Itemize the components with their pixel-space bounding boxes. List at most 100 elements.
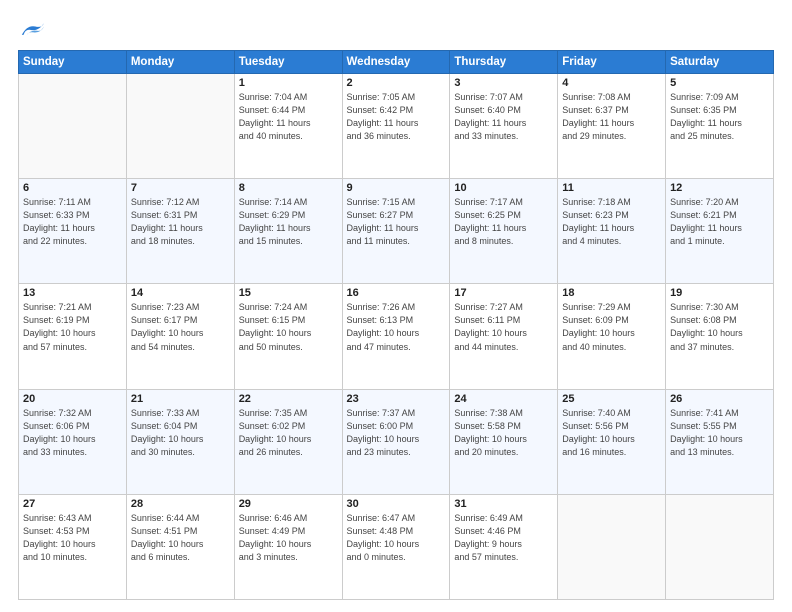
calendar-header: SundayMondayTuesdayWednesdayThursdayFrid… — [19, 51, 774, 74]
day-number: 8 — [239, 182, 338, 194]
weekday-header-cell: Tuesday — [234, 51, 342, 74]
calendar-day-cell: 13 Sunrise: 7:21 AM Sunset: 6:19 PM Dayli… — [19, 284, 127, 389]
calendar-day-cell: 25 Sunrise: 7:40 AM Sunset: 5:56 PM Dayli… — [558, 389, 666, 494]
day-number: 29 — [239, 498, 338, 510]
calendar-week-row: 13 Sunrise: 7:21 AM Sunset: 6:19 PM Dayli… — [19, 284, 774, 389]
calendar-day-cell: 27 Sunrise: 6:43 AM Sunset: 4:53 PM Dayli… — [19, 494, 127, 599]
calendar-week-row: 1 Sunrise: 7:04 AM Sunset: 6:44 PM Daylig… — [19, 74, 774, 179]
day-number: 25 — [562, 393, 661, 405]
weekday-header-cell: Friday — [558, 51, 666, 74]
calendar-day-cell: 12 Sunrise: 7:20 AM Sunset: 6:21 PM Dayli… — [666, 179, 774, 284]
day-number: 30 — [347, 498, 446, 510]
day-number: 14 — [131, 287, 230, 299]
calendar-body: 1 Sunrise: 7:04 AM Sunset: 6:44 PM Daylig… — [19, 74, 774, 600]
day-number: 26 — [670, 393, 769, 405]
day-number: 6 — [23, 182, 122, 194]
calendar-day-cell: 14 Sunrise: 7:23 AM Sunset: 6:17 PM Dayli… — [126, 284, 234, 389]
day-number: 23 — [347, 393, 446, 405]
day-info: Sunrise: 6:43 AM Sunset: 4:53 PM Dayligh… — [23, 512, 122, 564]
weekday-header-cell: Thursday — [450, 51, 558, 74]
day-info: Sunrise: 7:40 AM Sunset: 5:56 PM Dayligh… — [562, 407, 661, 459]
day-number: 16 — [347, 287, 446, 299]
day-info: Sunrise: 7:26 AM Sunset: 6:13 PM Dayligh… — [347, 301, 446, 353]
day-info: Sunrise: 7:20 AM Sunset: 6:21 PM Dayligh… — [670, 196, 769, 248]
calendar-day-cell: 4 Sunrise: 7:08 AM Sunset: 6:37 PM Daylig… — [558, 74, 666, 179]
day-number: 31 — [454, 498, 553, 510]
calendar-day-cell — [558, 494, 666, 599]
calendar-day-cell: 10Sunrise: 7:17 AM Sunset: 6:25 PM Dayli… — [450, 179, 558, 284]
day-number: 12 — [670, 182, 769, 194]
day-number: 21 — [131, 393, 230, 405]
day-number: 4 — [562, 77, 661, 89]
day-info: Sunrise: 6:49 AM Sunset: 4:46 PM Dayligh… — [454, 512, 553, 564]
calendar-table: SundayMondayTuesdayWednesdayThursdayFrid… — [18, 50, 774, 600]
calendar-day-cell: 20 Sunrise: 7:32 AM Sunset: 6:06 PM Dayli… — [19, 389, 127, 494]
calendar-day-cell: 9 Sunrise: 7:15 AM Sunset: 6:27 PM Daylig… — [342, 179, 450, 284]
logo — [18, 18, 50, 40]
day-number: 2 — [347, 77, 446, 89]
calendar-day-cell: 22Sunrise: 7:35 AM Sunset: 6:02 PM Dayli… — [234, 389, 342, 494]
day-number: 11 — [562, 182, 661, 194]
calendar-day-cell: 24 Sunrise: 7:38 AM Sunset: 5:58 PM Dayli… — [450, 389, 558, 494]
day-number: 3 — [454, 77, 553, 89]
day-info: Sunrise: 7:17 AM Sunset: 6:25 PM Dayligh… — [454, 196, 553, 248]
day-number: 9 — [347, 182, 446, 194]
day-info: Sunrise: 7:04 AM Sunset: 6:44 PM Dayligh… — [239, 91, 338, 143]
day-info: Sunrise: 7:15 AM Sunset: 6:27 PM Dayligh… — [347, 196, 446, 248]
day-number: 20 — [23, 393, 122, 405]
calendar-day-cell: 26 Sunrise: 7:41 AM Sunset: 5:55 PM Dayli… — [666, 389, 774, 494]
calendar-day-cell — [19, 74, 127, 179]
day-number: 17 — [454, 287, 553, 299]
day-info: Sunrise: 7:14 AM Sunset: 6:29 PM Dayligh… — [239, 196, 338, 248]
day-number: 24 — [454, 393, 553, 405]
day-info: Sunrise: 7:08 AM Sunset: 6:37 PM Dayligh… — [562, 91, 661, 143]
calendar-day-cell: 21 Sunrise: 7:33 AM Sunset: 6:04 PM Dayli… — [126, 389, 234, 494]
day-number: 7 — [131, 182, 230, 194]
day-info: Sunrise: 7:38 AM Sunset: 5:58 PM Dayligh… — [454, 407, 553, 459]
day-number: 27 — [23, 498, 122, 510]
calendar-day-cell: 29 Sunrise: 6:46 AM Sunset: 4:49 PM Dayli… — [234, 494, 342, 599]
day-info: Sunrise: 6:44 AM Sunset: 4:51 PM Dayligh… — [131, 512, 230, 564]
weekday-header-cell: Monday — [126, 51, 234, 74]
calendar-day-cell — [666, 494, 774, 599]
calendar-day-cell: 15 Sunrise: 7:24 AM Sunset: 6:15 PM Dayli… — [234, 284, 342, 389]
calendar-week-row: 20 Sunrise: 7:32 AM Sunset: 6:06 PM Dayli… — [19, 389, 774, 494]
day-number: 22 — [239, 393, 338, 405]
day-number: 15 — [239, 287, 338, 299]
day-info: Sunrise: 7:41 AM Sunset: 5:55 PM Dayligh… — [670, 407, 769, 459]
calendar-day-cell: 16 Sunrise: 7:26 AM Sunset: 6:13 PM Dayli… — [342, 284, 450, 389]
calendar-day-cell: 30 Sunrise: 6:47 AM Sunset: 4:48 PM Dayli… — [342, 494, 450, 599]
weekday-header-cell: Wednesday — [342, 51, 450, 74]
calendar-day-cell: 8 Sunrise: 7:14 AM Sunset: 6:29 PM Daylig… — [234, 179, 342, 284]
day-info: Sunrise: 7:18 AM Sunset: 6:23 PM Dayligh… — [562, 196, 661, 248]
day-info: Sunrise: 7:12 AM Sunset: 6:31 PM Dayligh… — [131, 196, 230, 248]
day-info: Sunrise: 7:33 AM Sunset: 6:04 PM Dayligh… — [131, 407, 230, 459]
day-info: Sunrise: 7:29 AM Sunset: 6:09 PM Dayligh… — [562, 301, 661, 353]
day-number: 13 — [23, 287, 122, 299]
day-info: Sunrise: 6:47 AM Sunset: 4:48 PM Dayligh… — [347, 512, 446, 564]
calendar-day-cell: 23Sunrise: 7:37 AM Sunset: 6:00 PM Dayli… — [342, 389, 450, 494]
day-info: Sunrise: 7:32 AM Sunset: 6:06 PM Dayligh… — [23, 407, 122, 459]
day-info: Sunrise: 7:21 AM Sunset: 6:19 PM Dayligh… — [23, 301, 122, 353]
calendar-day-cell: 6Sunrise: 7:11 AM Sunset: 6:33 PM Daylig… — [19, 179, 127, 284]
weekday-header-cell: Saturday — [666, 51, 774, 74]
day-number: 1 — [239, 77, 338, 89]
calendar-day-cell: 31 Sunrise: 6:49 AM Sunset: 4:46 PM Dayli… — [450, 494, 558, 599]
day-info: Sunrise: 7:23 AM Sunset: 6:17 PM Dayligh… — [131, 301, 230, 353]
calendar-day-cell: 1 Sunrise: 7:04 AM Sunset: 6:44 PM Daylig… — [234, 74, 342, 179]
calendar-day-cell: 11 Sunrise: 7:18 AM Sunset: 6:23 PM Dayli… — [558, 179, 666, 284]
weekday-header-cell: Sunday — [19, 51, 127, 74]
page: SundayMondayTuesdayWednesdayThursdayFrid… — [0, 0, 792, 612]
calendar-day-cell: 7 Sunrise: 7:12 AM Sunset: 6:31 PM Daylig… — [126, 179, 234, 284]
day-info: Sunrise: 7:30 AM Sunset: 6:08 PM Dayligh… — [670, 301, 769, 353]
day-info: Sunrise: 7:07 AM Sunset: 6:40 PM Dayligh… — [454, 91, 553, 143]
calendar-day-cell: 5Sunrise: 7:09 AM Sunset: 6:35 PM Daylig… — [666, 74, 774, 179]
day-info: Sunrise: 7:24 AM Sunset: 6:15 PM Dayligh… — [239, 301, 338, 353]
day-number: 5 — [670, 77, 769, 89]
day-number: 18 — [562, 287, 661, 299]
calendar-week-row: 27 Sunrise: 6:43 AM Sunset: 4:53 PM Dayli… — [19, 494, 774, 599]
day-info: Sunrise: 6:46 AM Sunset: 4:49 PM Dayligh… — [239, 512, 338, 564]
day-number: 28 — [131, 498, 230, 510]
calendar-day-cell — [126, 74, 234, 179]
calendar-week-row: 6Sunrise: 7:11 AM Sunset: 6:33 PM Daylig… — [19, 179, 774, 284]
